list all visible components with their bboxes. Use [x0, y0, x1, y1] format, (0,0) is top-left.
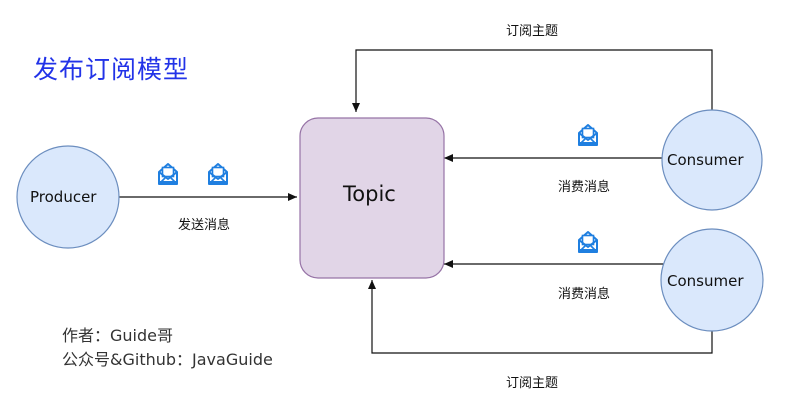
subscribe-label-top: 订阅主题 — [506, 24, 559, 39]
subscribe-label-bottom: 订阅主题 — [506, 376, 559, 391]
message-icon — [158, 163, 178, 185]
consumer-label-1: Consumer — [667, 151, 744, 169]
author-credit: 作者：Guide哥 — [62, 326, 173, 345]
consume-label-1: 消费消息 — [558, 180, 611, 195]
message-icon — [578, 231, 598, 253]
account-credit: 公众号&Github：JavaGuide — [62, 350, 273, 369]
consumer-label-2: Consumer — [667, 272, 744, 290]
message-icon — [578, 124, 598, 146]
send-label: 发送消息 — [178, 218, 231, 233]
message-icon — [208, 163, 228, 185]
producer-label: Producer — [30, 188, 97, 206]
subscribe-arrow-bottom — [368, 280, 713, 354]
diagram-title: 发布订阅模型 — [33, 55, 190, 84]
topic-label: Topic — [343, 182, 396, 206]
consume-label-2: 消费消息 — [558, 287, 611, 302]
subscribe-arrow-top — [352, 49, 713, 112]
